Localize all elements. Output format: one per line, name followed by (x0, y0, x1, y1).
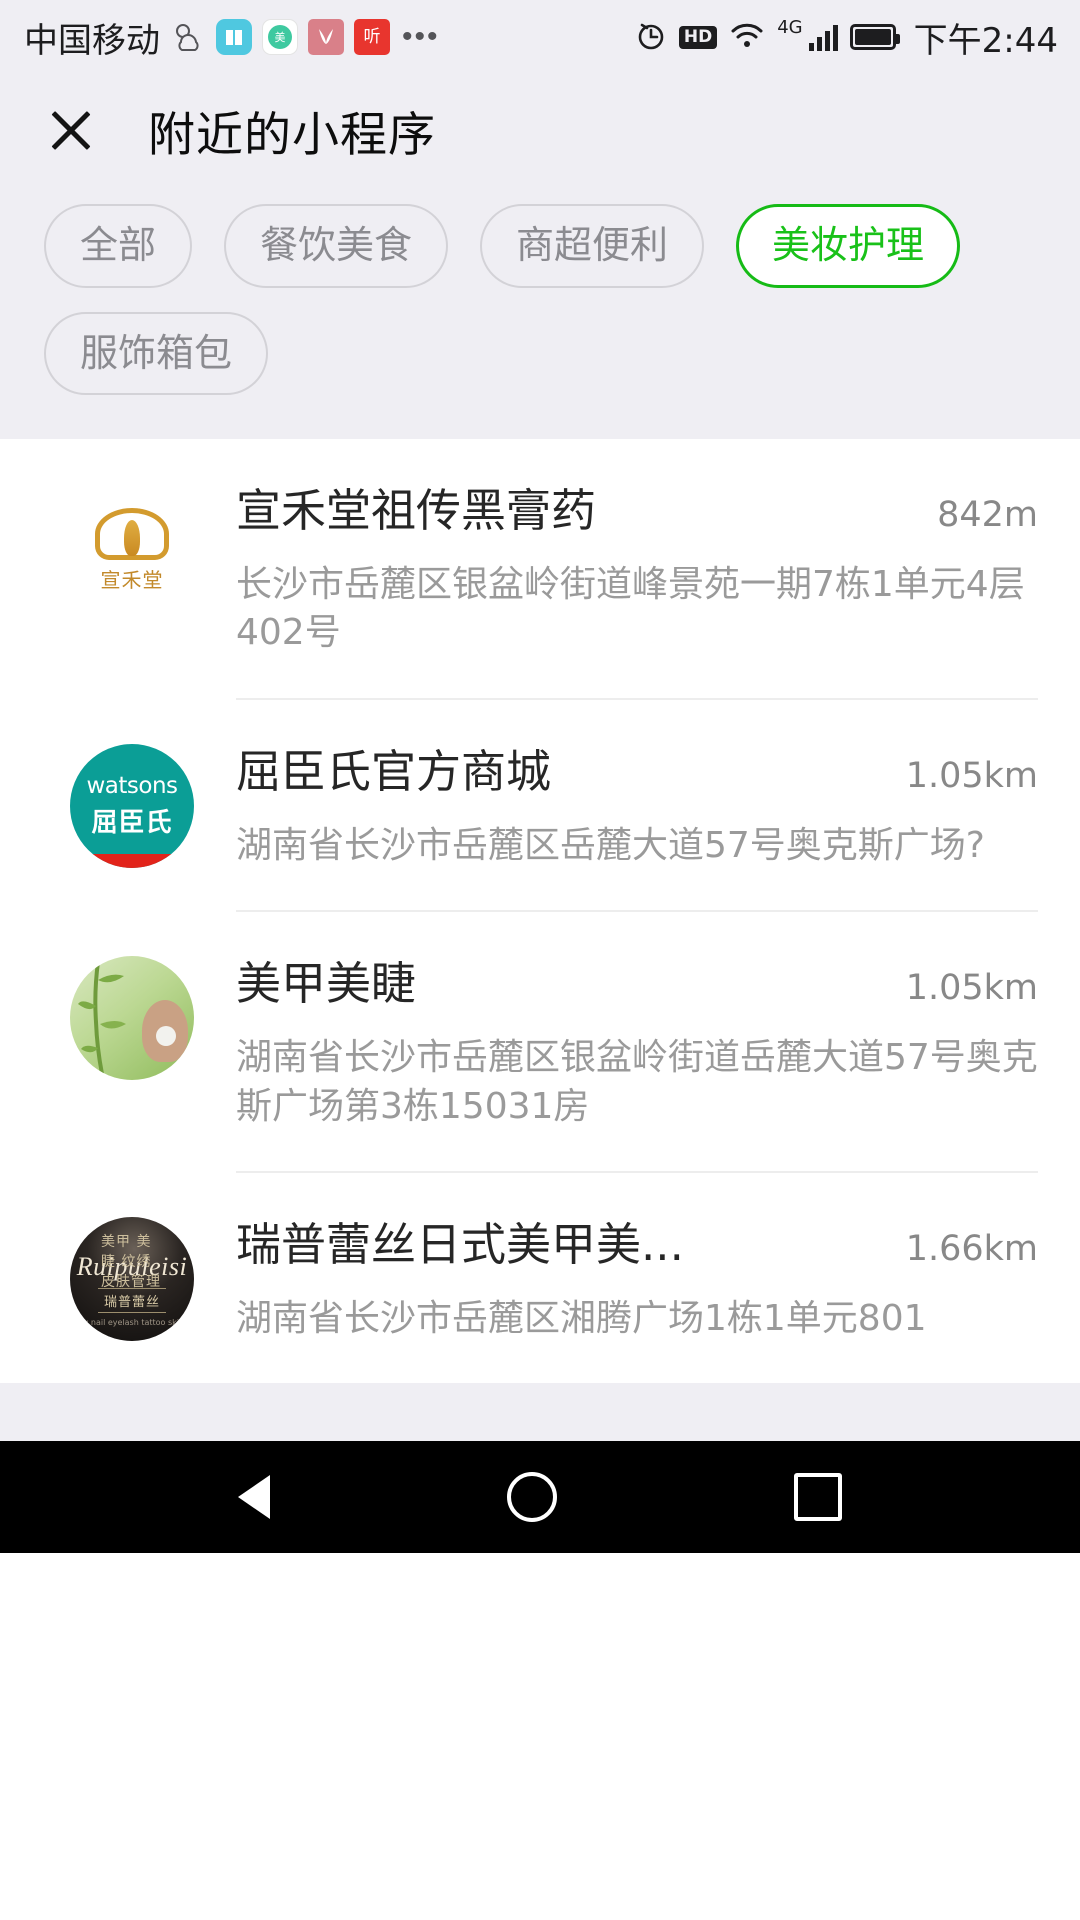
list-item-header: 屈臣氏官方商城 1.05km (236, 744, 1038, 800)
more-apps-icon: ••• (402, 20, 440, 53)
status-bar-left: 中国移动 美 听 ••• (24, 13, 440, 62)
ting-app-icon: 听 (354, 19, 390, 55)
list-item[interactable]: 宣禾堂 宣禾堂祖传黑膏药 842m 长沙市岳麓区银盆岭街道峰景苑一期7栋1单元4… (0, 439, 1080, 700)
avatar-brand-label: 宣禾堂 (100, 567, 164, 592)
battery-icon (849, 24, 900, 50)
page-title: 附近的小程序 (148, 107, 436, 163)
status-bar-right: HD 4G 下午2:44 (635, 13, 1058, 62)
huawei-app-icon (308, 19, 344, 55)
avatar: 美甲 美睫 纹绣 皮肤管理 Ruipuleisi 瑞普蕾丝 Beauty nai… (70, 1216, 194, 1341)
avatar: watsons 屈臣氏 (70, 743, 194, 868)
carrier-label: 中国移动 (24, 20, 160, 61)
list-item[interactable]: watsons 屈臣氏 屈臣氏官方商城 1.05km 湖南省长沙市岳麓区岳麓大道… (0, 700, 1080, 913)
filter-chip-convenience[interactable]: 商超便利 (480, 204, 705, 288)
ting-app-icon-label: 听 (363, 26, 381, 47)
status-bar: 中国移动 美 听 ••• HD 4G 下午2:44 (0, 0, 1080, 74)
meituan-app-icon: 美 (262, 19, 298, 55)
list-item-distance: 842m (937, 495, 1038, 535)
list-item-address: 湖南省长沙市岳麓区银盆岭街道岳麓大道57号奥克斯广场第3栋15031房 (236, 1037, 1038, 1127)
list-item[interactable]: 美甲美睫 1.05km 湖南省长沙市岳麓区银盆岭街道岳麓大道57号奥克斯广场第3… (0, 912, 1080, 1173)
list-item-distance: 1.05km (905, 968, 1038, 1009)
list-item-header: 美甲美睫 1.05km (236, 956, 1038, 1012)
list-bottom-spacer (0, 1383, 1080, 1442)
home-icon[interactable] (506, 1472, 557, 1523)
list-item[interactable]: 美甲 美睫 纹绣 皮肤管理 Ruipuleisi 瑞普蕾丝 Beauty nai… (0, 1173, 1080, 1383)
avatar-brand-label: watsons (86, 772, 178, 799)
wifi-icon (729, 20, 765, 55)
clock-label: 下午2:44 (913, 20, 1058, 61)
list-item-distance: 1.05km (905, 755, 1038, 796)
avatar-tagline-label: Beauty nail eyelash tattoo skin care (70, 1317, 194, 1327)
list-item-body: 瑞普蕾丝日式美甲美... 1.66km 湖南省长沙市岳麓区湘腾广场1栋1单元80… (236, 1217, 1038, 1383)
list-item-name: 美甲美睫 (236, 957, 417, 1011)
svg-text:美: 美 (275, 31, 286, 44)
recent-apps-icon[interactable] (793, 1473, 842, 1522)
filter-chip-apparel[interactable]: 服饰箱包 (44, 311, 269, 395)
nearby-miniprogram-list: 宣禾堂 宣禾堂祖传黑膏药 842m 长沙市岳麓区银盆岭街道峰景苑一期7栋1单元4… (0, 439, 1080, 1384)
list-item-header: 宣禾堂祖传黑膏药 842m (236, 483, 1038, 539)
list-item-body: 屈臣氏官方商城 1.05km 湖南省长沙市岳麓区岳麓大道57号奥克斯广场? (236, 744, 1038, 913)
page-header: 附近的小程序 (0, 74, 1080, 186)
list-item-body: 美甲美睫 1.05km 湖南省长沙市岳麓区银盆岭街道岳麓大道57号奥克斯广场第3… (236, 956, 1038, 1173)
list-item-header: 瑞普蕾丝日式美甲美... 1.66km (236, 1217, 1038, 1273)
reader-app-icon (216, 19, 252, 55)
hd-icon: HD (678, 25, 718, 49)
list-item-body: 宣禾堂祖传黑膏药 842m 长沙市岳麓区银盆岭街道峰景苑一期7栋1单元4层402… (236, 483, 1038, 700)
filter-chip-food[interactable]: 餐饮美食 (224, 204, 449, 288)
list-item-name: 瑞普蕾丝日式美甲美... (236, 1217, 684, 1271)
avatar-brand-cn-label: 瑞普蕾丝 (97, 1288, 166, 1314)
filter-bar: 全部 餐饮美食 商超便利 美妆护理 服饰箱包 (0, 186, 1080, 439)
xuanhetang-emblem-icon (84, 506, 180, 562)
list-item-address: 长沙市岳麓区银盆岭街道峰景苑一期7栋1单元4层402号 (236, 564, 1025, 654)
avatar-brand-cn-label: 屈臣氏 (91, 807, 173, 838)
watsons-red-bar-icon (70, 853, 194, 868)
list-item-distance: 1.66km (905, 1228, 1038, 1269)
back-icon[interactable] (238, 1475, 271, 1520)
filter-chip-group: 全部 餐饮美食 商超便利 美妆护理 服饰箱包 (44, 204, 1036, 395)
alarm-icon (635, 19, 667, 56)
list-item-name: 宣禾堂祖传黑膏药 (236, 484, 597, 537)
list-item-address: 湖南省长沙市岳麓区岳麓大道57号奥克斯广场? (236, 824, 985, 866)
network-type-label: 4G (777, 16, 803, 38)
close-icon[interactable] (42, 101, 100, 159)
weather-icon (170, 19, 206, 55)
system-navigation-bar (0, 1441, 1080, 1554)
avatar: 宣禾堂 (70, 483, 194, 607)
avatar (70, 956, 194, 1081)
filter-chip-all[interactable]: 全部 (44, 204, 193, 288)
signal-icon (808, 23, 838, 51)
phone-screen: 中国移动 美 听 ••• HD 4G 下午2:44 附近的小程序 全部 餐饮美食… (0, 0, 1080, 1920)
list-item-address: 湖南省长沙市岳麓区湘腾广场1栋1单元801 (236, 1298, 927, 1340)
list-item-name: 屈臣氏官方商城 (236, 744, 552, 798)
bamboo-icon (78, 962, 126, 1075)
avatar-crown-label: 美甲 美睫 纹绣 皮肤管理 (101, 1233, 161, 1290)
filter-chip-beauty[interactable]: 美妆护理 (736, 204, 961, 288)
